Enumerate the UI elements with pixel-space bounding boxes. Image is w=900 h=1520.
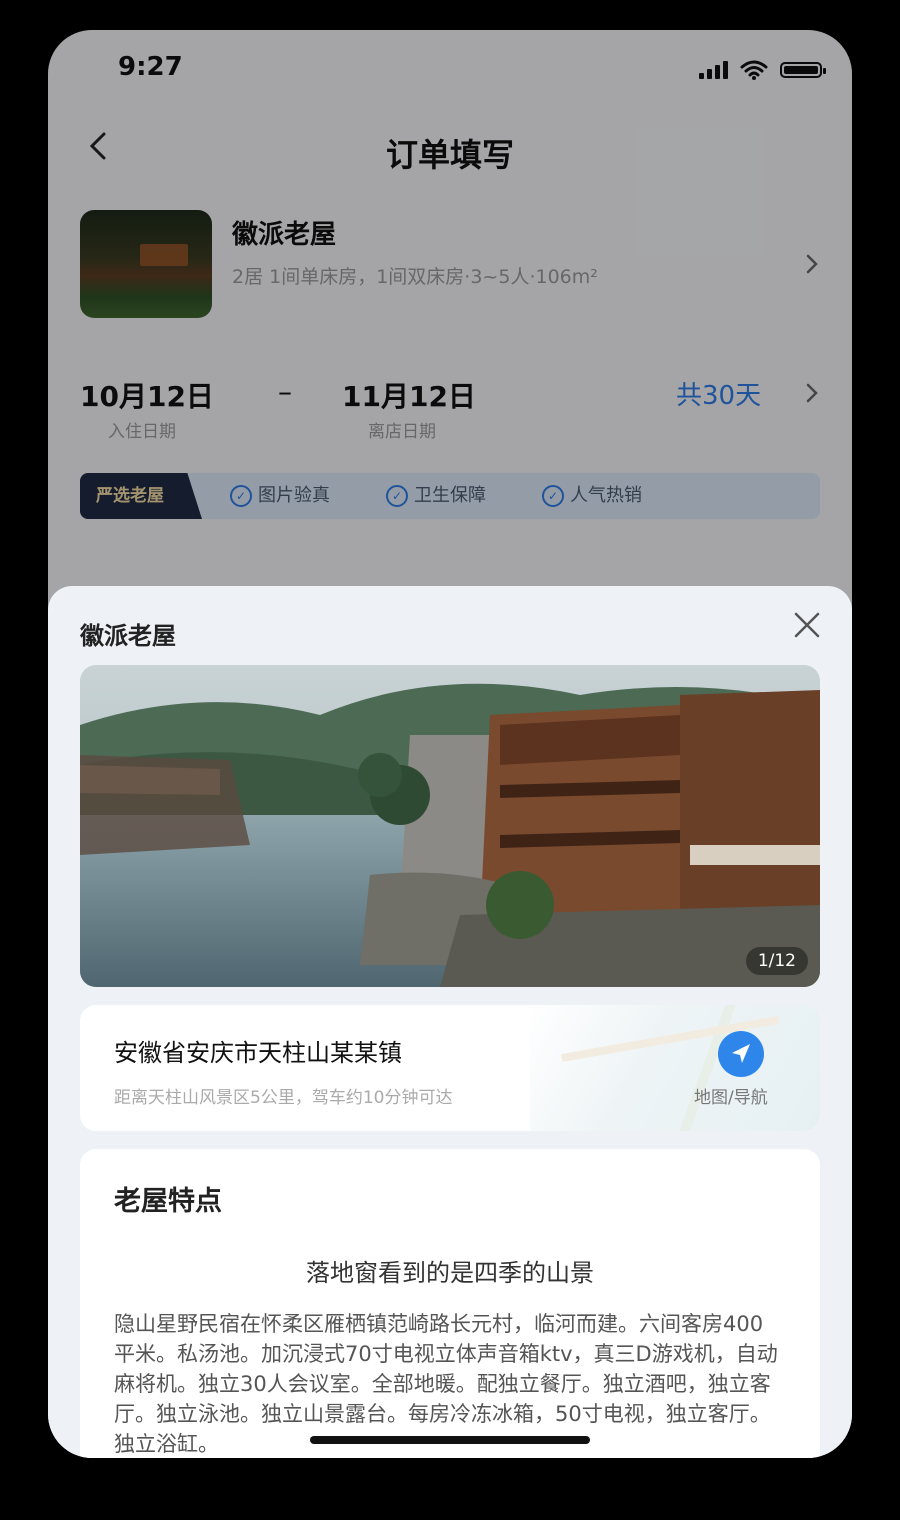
photo-counter: 1/12	[745, 947, 808, 975]
features-title: 老屋特点	[114, 1186, 222, 1217]
close-icon	[794, 612, 820, 638]
house-detail-sheet: 徽派老屋 1/12 安徽省安庆市天柱山某某镇 距离天柱山风景区5公里，驾车约10…	[48, 586, 852, 1458]
features-card: 老屋特点 落地窗看到的是四季的山景 隐山星野民宿在怀柔区雁栖镇范崎路长元村，临河…	[80, 1149, 820, 1458]
phone-screen: 9:27 订单填写 徽派老屋 2居 1间单床房，1间双床房·3~5人·106m²	[48, 30, 852, 1458]
map-thumbnail	[530, 1005, 820, 1131]
sheet-title: 徽派老屋	[80, 622, 176, 650]
house-photo[interactable]: 1/12	[80, 665, 820, 987]
navigation-arrow-icon	[732, 1044, 750, 1063]
river-town-image	[80, 665, 820, 987]
address-text: 安徽省安庆市天柱山某某镇	[114, 1039, 402, 1067]
close-button[interactable]	[792, 608, 822, 649]
features-subtitle: 落地窗看到的是四季的山景	[306, 1259, 594, 1287]
navigation-label: 地图/导航	[694, 1088, 768, 1108]
navigation-button[interactable]	[718, 1031, 764, 1077]
home-indicator[interactable]	[310, 1436, 590, 1444]
address-distance: 距离天柱山风景区5公里，驾车约10分钟可达	[114, 1088, 453, 1108]
address-card[interactable]: 安徽省安庆市天柱山某某镇 距离天柱山风景区5公里，驾车约10分钟可达 地图/导航	[80, 1005, 820, 1131]
